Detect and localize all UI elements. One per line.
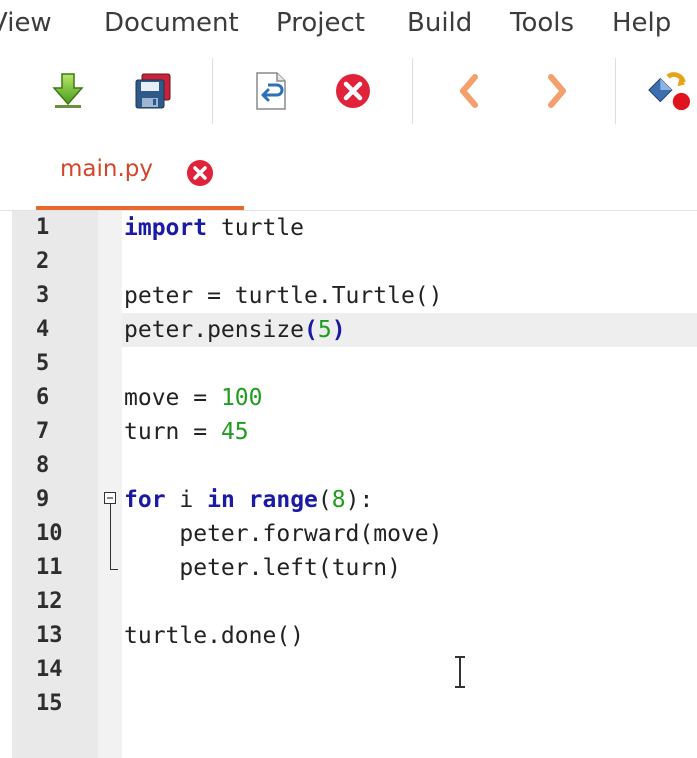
download-arrow-icon xyxy=(52,73,84,108)
line-number: 6 xyxy=(36,385,50,410)
code-line: import turtle xyxy=(124,211,304,245)
code-number: 100 xyxy=(220,385,263,411)
code-text: ( xyxy=(317,487,332,513)
line-number: 11 xyxy=(36,555,63,580)
code-line: move = 100 xyxy=(124,381,262,415)
line-number: 8 xyxy=(36,453,50,478)
code-line: for i in range(8): xyxy=(124,483,373,517)
code-line: peter.forward(move) xyxy=(124,517,443,551)
toolbar-separator xyxy=(412,58,413,124)
open-button[interactable] xyxy=(45,68,91,114)
code-line: turtle.done() xyxy=(124,619,304,653)
forward-button[interactable] xyxy=(534,68,580,114)
code-text: move = xyxy=(124,385,221,411)
toolbar-separator xyxy=(615,58,616,124)
code-editor[interactable]: 1 2 3 4 5 6 7 8 9 10 11 12 13 14 15 impo… xyxy=(0,211,697,758)
code-text: i xyxy=(165,487,208,513)
menu-build[interactable]: Build xyxy=(407,6,472,40)
code-keyword: import xyxy=(124,215,208,241)
code-keyword: in xyxy=(207,487,235,513)
save-all-icon xyxy=(135,73,171,109)
code-line: peter.left(turn) xyxy=(124,551,401,585)
code-text: peter = turtle.Turtle() xyxy=(124,283,443,309)
code-line: turn = 45 xyxy=(124,415,249,449)
fold-margin xyxy=(98,211,122,758)
line-number-gutter: 1 2 3 4 5 6 7 8 9 10 11 12 13 14 15 xyxy=(12,211,98,758)
chevron-left-icon xyxy=(460,74,478,108)
code-number: 8 xyxy=(331,487,346,513)
code-text: turn = xyxy=(124,419,221,445)
code-line: peter = turtle.Turtle() xyxy=(124,279,443,313)
line-number: 14 xyxy=(36,657,63,682)
code-text: ): xyxy=(345,487,374,513)
code-line: peter.pensize(5) xyxy=(124,313,346,347)
code-text: turtle xyxy=(207,215,305,241)
menu-help[interactable]: Help xyxy=(612,6,671,40)
fold-guide-line xyxy=(110,504,111,570)
compile-button[interactable] xyxy=(645,68,691,114)
close-icon xyxy=(336,74,370,108)
revert-icon xyxy=(256,72,286,110)
menu-tools[interactable]: Tools xyxy=(510,6,574,40)
tab-main-py[interactable]: main.py xyxy=(36,134,244,210)
line-number: 3 xyxy=(36,283,50,308)
text-cursor-icon xyxy=(455,656,465,688)
line-number: 7 xyxy=(36,419,50,444)
line-number: 9 xyxy=(36,487,50,512)
back-button[interactable] xyxy=(446,68,492,114)
line-number: 12 xyxy=(36,589,63,614)
menu-view[interactable]: View xyxy=(0,6,52,40)
code-text: peter.pensize xyxy=(124,317,305,343)
code-text: peter.left(turn) xyxy=(124,555,401,581)
chevron-right-icon xyxy=(548,74,566,108)
line-number: 2 xyxy=(36,249,50,274)
code-keyword: for xyxy=(124,487,166,513)
tab-active-indicator xyxy=(36,206,244,210)
line-number: 4 xyxy=(36,317,50,342)
compile-icon xyxy=(648,72,691,111)
matched-paren: ) xyxy=(331,317,346,343)
line-number: 10 xyxy=(36,521,63,546)
line-number: 1 xyxy=(36,215,50,240)
tab-bar: main.py xyxy=(0,134,697,211)
code-number: 45 xyxy=(220,419,249,445)
line-number: 5 xyxy=(36,351,50,376)
tab-close-icon[interactable] xyxy=(186,159,214,187)
fold-guide-end xyxy=(110,569,118,570)
revert-button[interactable] xyxy=(248,68,294,114)
editor-left-border xyxy=(0,211,12,758)
code-text: turtle.done() xyxy=(124,623,305,649)
code-builtin: range xyxy=(248,487,318,513)
code-text: peter.forward(move) xyxy=(124,521,443,547)
menu-bar: View Document Project Build Tools Help xyxy=(0,0,697,49)
menu-project[interactable]: Project xyxy=(276,6,365,40)
fold-collapse-icon[interactable] xyxy=(104,492,116,504)
code-number: 5 xyxy=(317,317,332,343)
geany-window: View Document Project Build Tools Help xyxy=(0,0,697,758)
tab-label: main.py xyxy=(60,156,153,182)
toolbar xyxy=(0,48,697,135)
save-all-button[interactable] xyxy=(130,68,176,114)
line-number: 13 xyxy=(36,623,63,648)
matched-paren: ( xyxy=(304,317,318,343)
toolbar-separator xyxy=(212,58,213,124)
line-number: 15 xyxy=(36,691,63,716)
menu-document[interactable]: Document xyxy=(104,6,239,40)
close-file-button[interactable] xyxy=(330,68,376,114)
